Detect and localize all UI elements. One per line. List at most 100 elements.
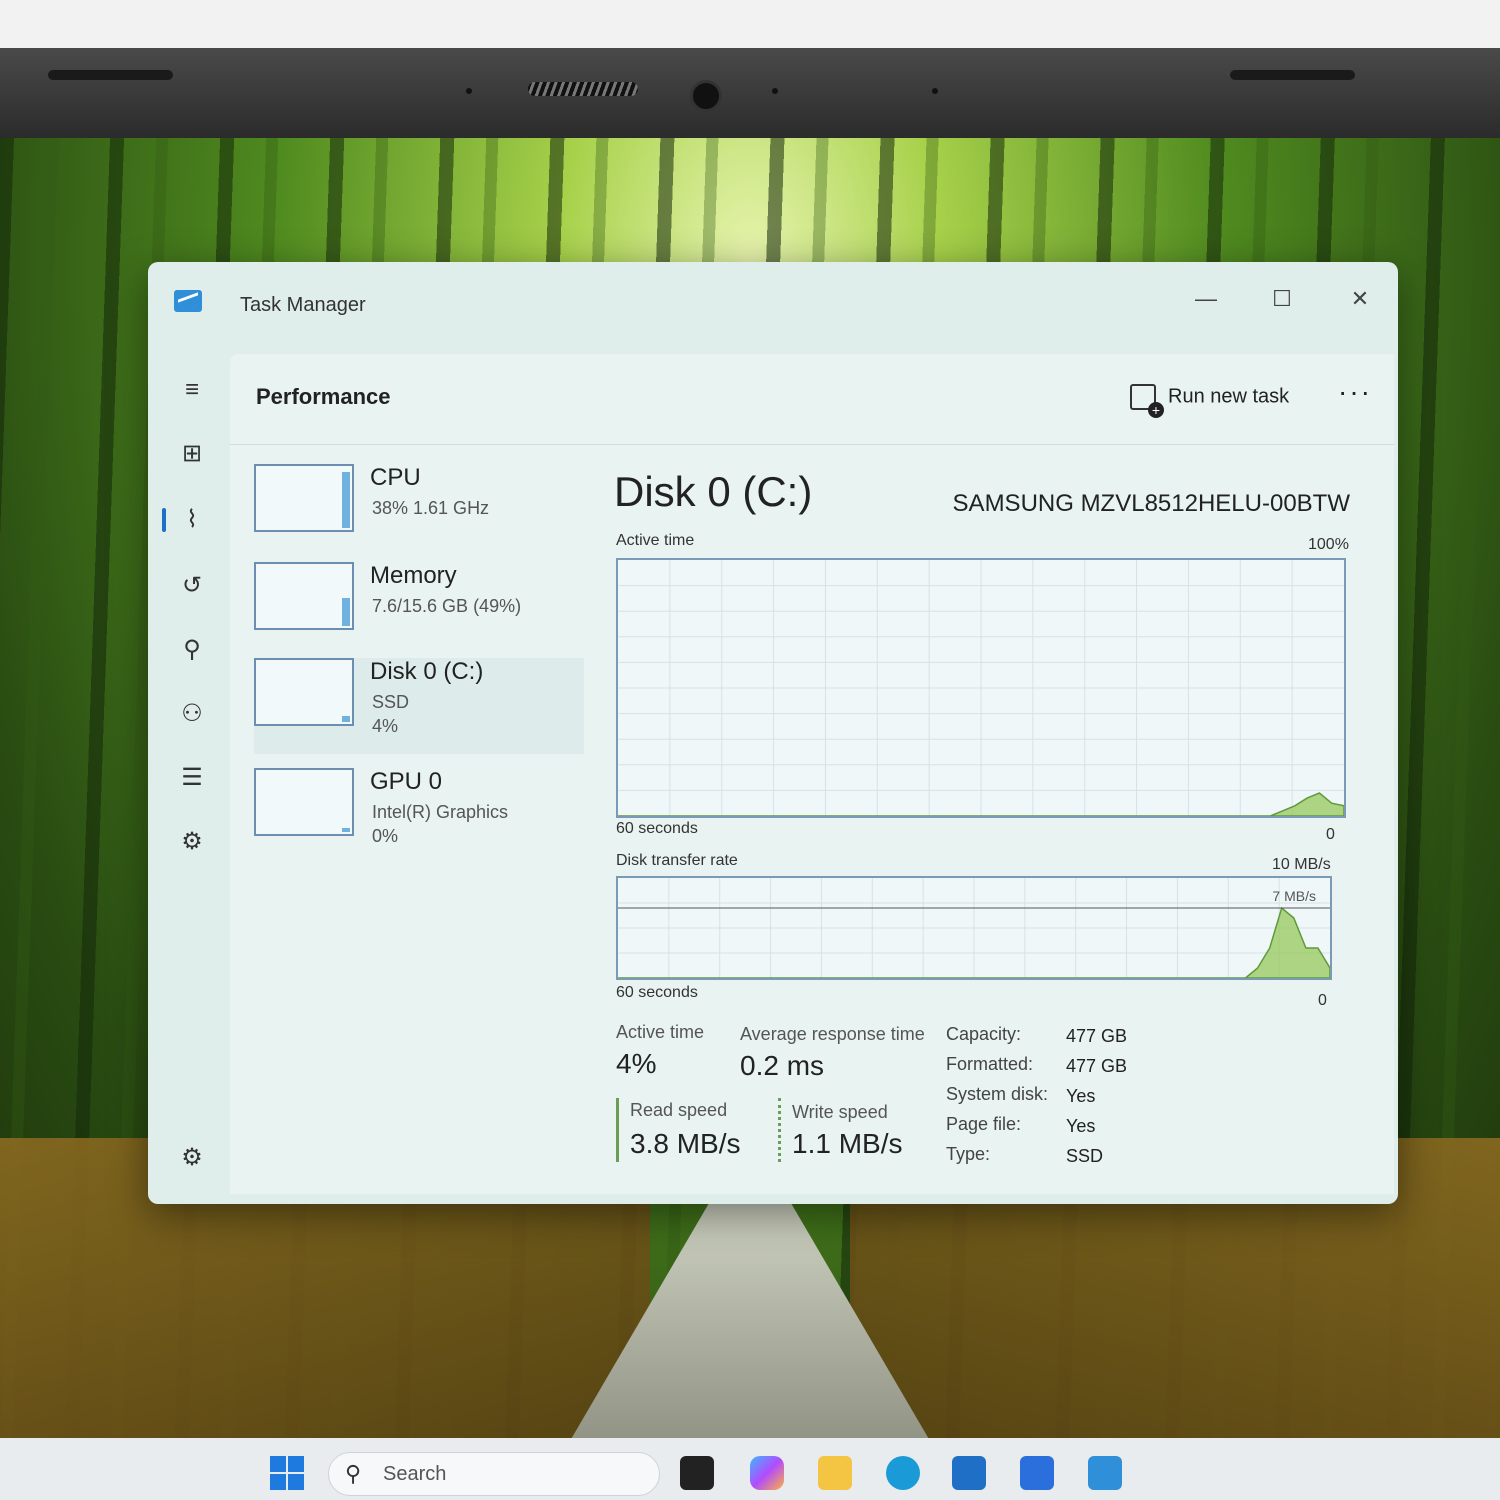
cpu-mini-bar bbox=[342, 472, 350, 528]
device-sub1: SSD bbox=[372, 692, 410, 712]
disk-mini-graph bbox=[254, 658, 354, 726]
users-icon[interactable]: ⚇ bbox=[172, 694, 212, 734]
prop-system-disk-key: System disk: bbox=[946, 1084, 1049, 1104]
performance-page: Performance Run new task ··· CPU 38% 1.6… bbox=[230, 354, 1394, 1194]
bezel-sensor bbox=[772, 88, 778, 94]
run-task-icon bbox=[1130, 384, 1164, 418]
bezel-sensor bbox=[932, 88, 938, 94]
transfer-graph-span: 60 seconds bbox=[616, 984, 698, 1001]
device-sub1: 38% 1.61 GHz bbox=[372, 498, 490, 518]
nav-active-indicator bbox=[162, 508, 166, 532]
prop-capacity-value: 477 GB bbox=[1066, 1026, 1128, 1046]
performance-icon[interactable]: ⌇ bbox=[172, 500, 212, 540]
close-button[interactable]: ✕ bbox=[1340, 284, 1380, 314]
active-time-chart bbox=[618, 560, 1345, 817]
active-time-graph bbox=[616, 558, 1346, 818]
hamburger-menu-icon[interactable]: ≡ bbox=[172, 370, 212, 410]
prop-system-disk-value: Yes bbox=[1066, 1086, 1096, 1106]
gpu-mini-graph bbox=[254, 768, 354, 836]
read-speed-marker bbox=[616, 1098, 619, 1162]
write-speed-value: 1.1 MB/s bbox=[792, 1128, 903, 1159]
taskbar: ⚲ Search bbox=[0, 1438, 1500, 1500]
active-time-graph-min: 0 bbox=[1326, 826, 1335, 843]
transfer-rate-chart bbox=[618, 878, 1331, 979]
transfer-graph-min: 0 bbox=[1318, 992, 1327, 1009]
active-time-label: Active time bbox=[616, 1022, 705, 1042]
active-time-value: 4% bbox=[616, 1048, 657, 1079]
nav-rail: ≡ ⊞ ⌇ ↺ ⚲ ⚇ ☰ ⚙ ⚙ bbox=[162, 362, 224, 1192]
services-icon[interactable]: ⚙ bbox=[172, 822, 212, 862]
task-manager-icon bbox=[174, 290, 202, 312]
memory-mini-bar bbox=[342, 598, 350, 626]
details-icon[interactable]: ☰ bbox=[172, 758, 212, 798]
device-sub1: 7.6/15.6 GB (49%) bbox=[372, 596, 522, 616]
search-box[interactable]: ⚲ Search bbox=[328, 1452, 660, 1496]
prop-type-value: SSD bbox=[1066, 1146, 1104, 1166]
header-divider bbox=[230, 444, 1394, 445]
device-disk0[interactable]: Disk 0 (C:) SSD 4% bbox=[254, 658, 584, 754]
device-cpu[interactable]: CPU 38% 1.61 GHz bbox=[254, 464, 584, 560]
startup-apps-icon[interactable]: ⚲ bbox=[172, 630, 212, 670]
bezel-grill bbox=[528, 82, 638, 96]
detail-title: Disk 0 (C:) bbox=[614, 468, 813, 515]
device-sub2: 4% bbox=[372, 716, 399, 736]
search-placeholder: Search bbox=[383, 1463, 447, 1485]
active-time-graph-max: 100% bbox=[1308, 536, 1349, 553]
active-time-graph-label: Active time bbox=[616, 532, 695, 549]
device-sub2: 0% bbox=[372, 826, 399, 846]
bezel-slot bbox=[1230, 70, 1355, 80]
device-name: Disk 0 (C:) bbox=[370, 658, 484, 685]
minimize-button[interactable]: — bbox=[1186, 284, 1226, 314]
task-manager-window: Task Manager — ☐ ✕ ≡ ⊞ ⌇ ↺ ⚲ ⚇ ☰ ⚙ ⚙ Per… bbox=[148, 262, 1398, 1204]
prop-formatted-value: 477 GB bbox=[1066, 1056, 1128, 1076]
run-new-task-button[interactable]: Run new task bbox=[1130, 384, 1290, 418]
write-speed-marker bbox=[778, 1098, 781, 1162]
read-speed-label: Read speed bbox=[630, 1100, 728, 1120]
copilot-icon[interactable] bbox=[750, 1456, 784, 1490]
disk-model: SAMSUNG MZVL8512HELU-00BTW bbox=[952, 490, 1350, 517]
edge-browser-icon[interactable] bbox=[886, 1456, 920, 1490]
transfer-graph-max: 10 MB/s bbox=[1272, 856, 1331, 873]
gpu-mini-bar bbox=[342, 828, 350, 832]
more-options-button[interactable]: ··· bbox=[1338, 376, 1372, 408]
device-memory[interactable]: Memory 7.6/15.6 GB (49%) bbox=[254, 562, 584, 658]
search-icon: ⚲ bbox=[345, 1461, 362, 1486]
webcam bbox=[690, 80, 722, 112]
transfer-rate-graph: 7 MB/s bbox=[616, 876, 1332, 980]
avg-response-value: 0.2 ms bbox=[740, 1050, 825, 1081]
task-view-icon[interactable] bbox=[680, 1456, 714, 1490]
laptop-bezel bbox=[0, 48, 1500, 138]
bezel-slot bbox=[48, 70, 173, 80]
run-new-task-label: Run new task bbox=[1168, 385, 1290, 408]
avg-response-label: Average response time bbox=[740, 1024, 925, 1044]
device-name: GPU 0 bbox=[370, 768, 443, 795]
maximize-button[interactable]: ☐ bbox=[1262, 284, 1302, 314]
microsoft-store-icon[interactable] bbox=[952, 1456, 986, 1490]
title-bar[interactable]: Task Manager — ☐ ✕ bbox=[148, 262, 1398, 342]
active-time-graph-span: 60 seconds bbox=[616, 820, 698, 837]
settings-icon[interactable]: ⚙ bbox=[172, 1138, 212, 1178]
task-manager-taskbar-icon[interactable] bbox=[1088, 1456, 1122, 1490]
start-button[interactable] bbox=[270, 1456, 304, 1490]
device-sub1: Intel(R) Graphics bbox=[372, 802, 509, 822]
device-name: Memory bbox=[370, 562, 457, 589]
device-name: CPU bbox=[370, 464, 421, 491]
disk-mini-bar bbox=[342, 716, 350, 722]
processes-icon[interactable]: ⊞ bbox=[172, 434, 212, 474]
window-title: Task Manager bbox=[240, 294, 366, 316]
memory-mini-graph bbox=[254, 562, 354, 630]
prop-type-key: Type: bbox=[946, 1144, 991, 1164]
transfer-graph-label: Disk transfer rate bbox=[616, 852, 738, 869]
prop-page-file-value: Yes bbox=[1066, 1116, 1096, 1136]
file-explorer-icon[interactable] bbox=[818, 1456, 852, 1490]
bezel-sensor bbox=[466, 88, 472, 94]
device-gpu0[interactable]: GPU 0 Intel(R) Graphics 0% bbox=[254, 768, 584, 864]
transfer-graph-scale-line-label: 7 MB/s bbox=[1272, 888, 1316, 904]
prop-page-file-key: Page file: bbox=[946, 1114, 1022, 1134]
cpu-mini-graph bbox=[254, 464, 354, 532]
prop-capacity-key: Capacity: bbox=[946, 1024, 1022, 1044]
prop-formatted-key: Formatted: bbox=[946, 1054, 1034, 1074]
app-history-icon[interactable]: ↺ bbox=[172, 566, 212, 606]
mcafee-app-icon[interactable] bbox=[1020, 1456, 1054, 1490]
read-speed-value: 3.8 MB/s bbox=[630, 1128, 741, 1159]
